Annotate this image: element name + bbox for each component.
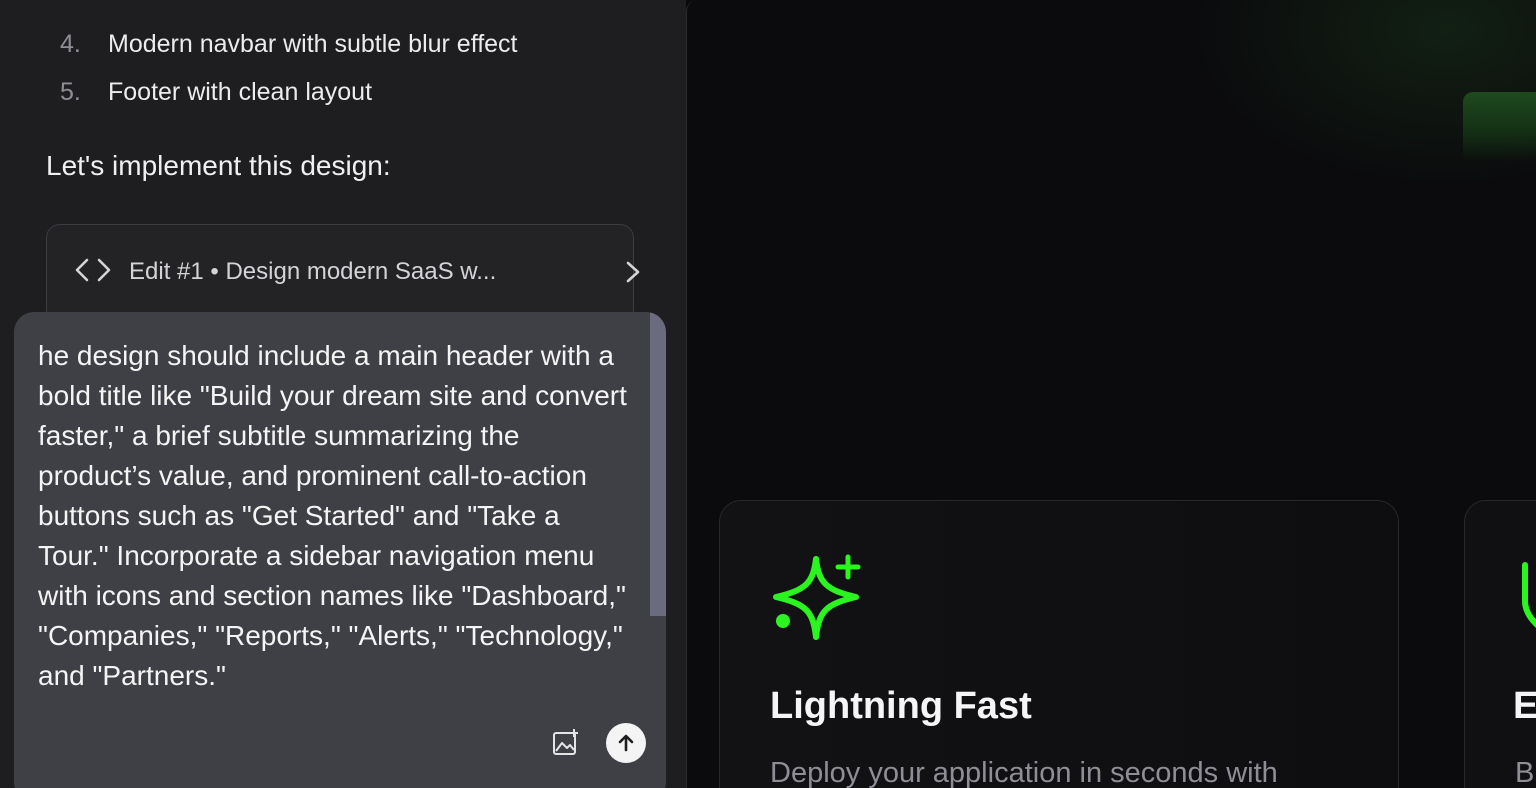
feature-title: Lightning Fast xyxy=(770,685,1032,727)
list-item xyxy=(60,0,518,20)
composer-scrollbar[interactable] xyxy=(650,312,666,616)
attach-image-button[interactable] xyxy=(550,726,582,758)
edit-card[interactable]: Edit #1 • Design modern SaaS w... xyxy=(46,224,640,324)
feature-description: B xyxy=(1515,757,1535,788)
edit-card-label: Edit #1 • Design modern SaaS w... xyxy=(129,258,497,285)
list-item-number: 4. xyxy=(60,29,81,58)
site-preview: Lightning Fast Deploy your application i… xyxy=(686,0,1536,788)
feature-description: Deploy your application in seconds with xyxy=(770,757,1278,788)
send-button[interactable] xyxy=(606,723,646,763)
message-composer[interactable]: he design should include a main header w… xyxy=(14,312,666,788)
feature-card: E B xyxy=(1464,500,1536,788)
navbar-cta-button[interactable] xyxy=(1463,92,1536,162)
image-plus-icon xyxy=(553,729,578,755)
chat-panel: 4. Modern navbar with subtle blur effect… xyxy=(0,0,686,788)
app-root: 4. Modern navbar with subtle blur effect… xyxy=(0,0,1536,788)
feature-card: Lightning Fast Deploy your application i… xyxy=(719,500,1399,788)
composer-textarea[interactable]: he design should include a main header w… xyxy=(38,336,628,708)
arrow-up-icon xyxy=(618,734,634,752)
code-icon xyxy=(75,258,111,282)
shield-icon xyxy=(1522,562,1536,628)
list-item: 4. Modern navbar with subtle blur effect xyxy=(60,20,518,68)
list-item-text: Modern navbar with subtle blur effect xyxy=(108,29,518,58)
feature-title: E xyxy=(1513,685,1536,727)
sparkle-icon xyxy=(773,554,861,640)
assistant-message-text: Let's implement this design: xyxy=(46,150,391,181)
list-item: 5. Footer with clean layout xyxy=(60,68,518,116)
design-steps-list: 4. Modern navbar with subtle blur effect… xyxy=(60,0,518,116)
list-item-number: 5. xyxy=(60,77,81,106)
chevron-right-icon xyxy=(626,261,640,283)
list-item-text: Footer with clean layout xyxy=(108,77,373,106)
